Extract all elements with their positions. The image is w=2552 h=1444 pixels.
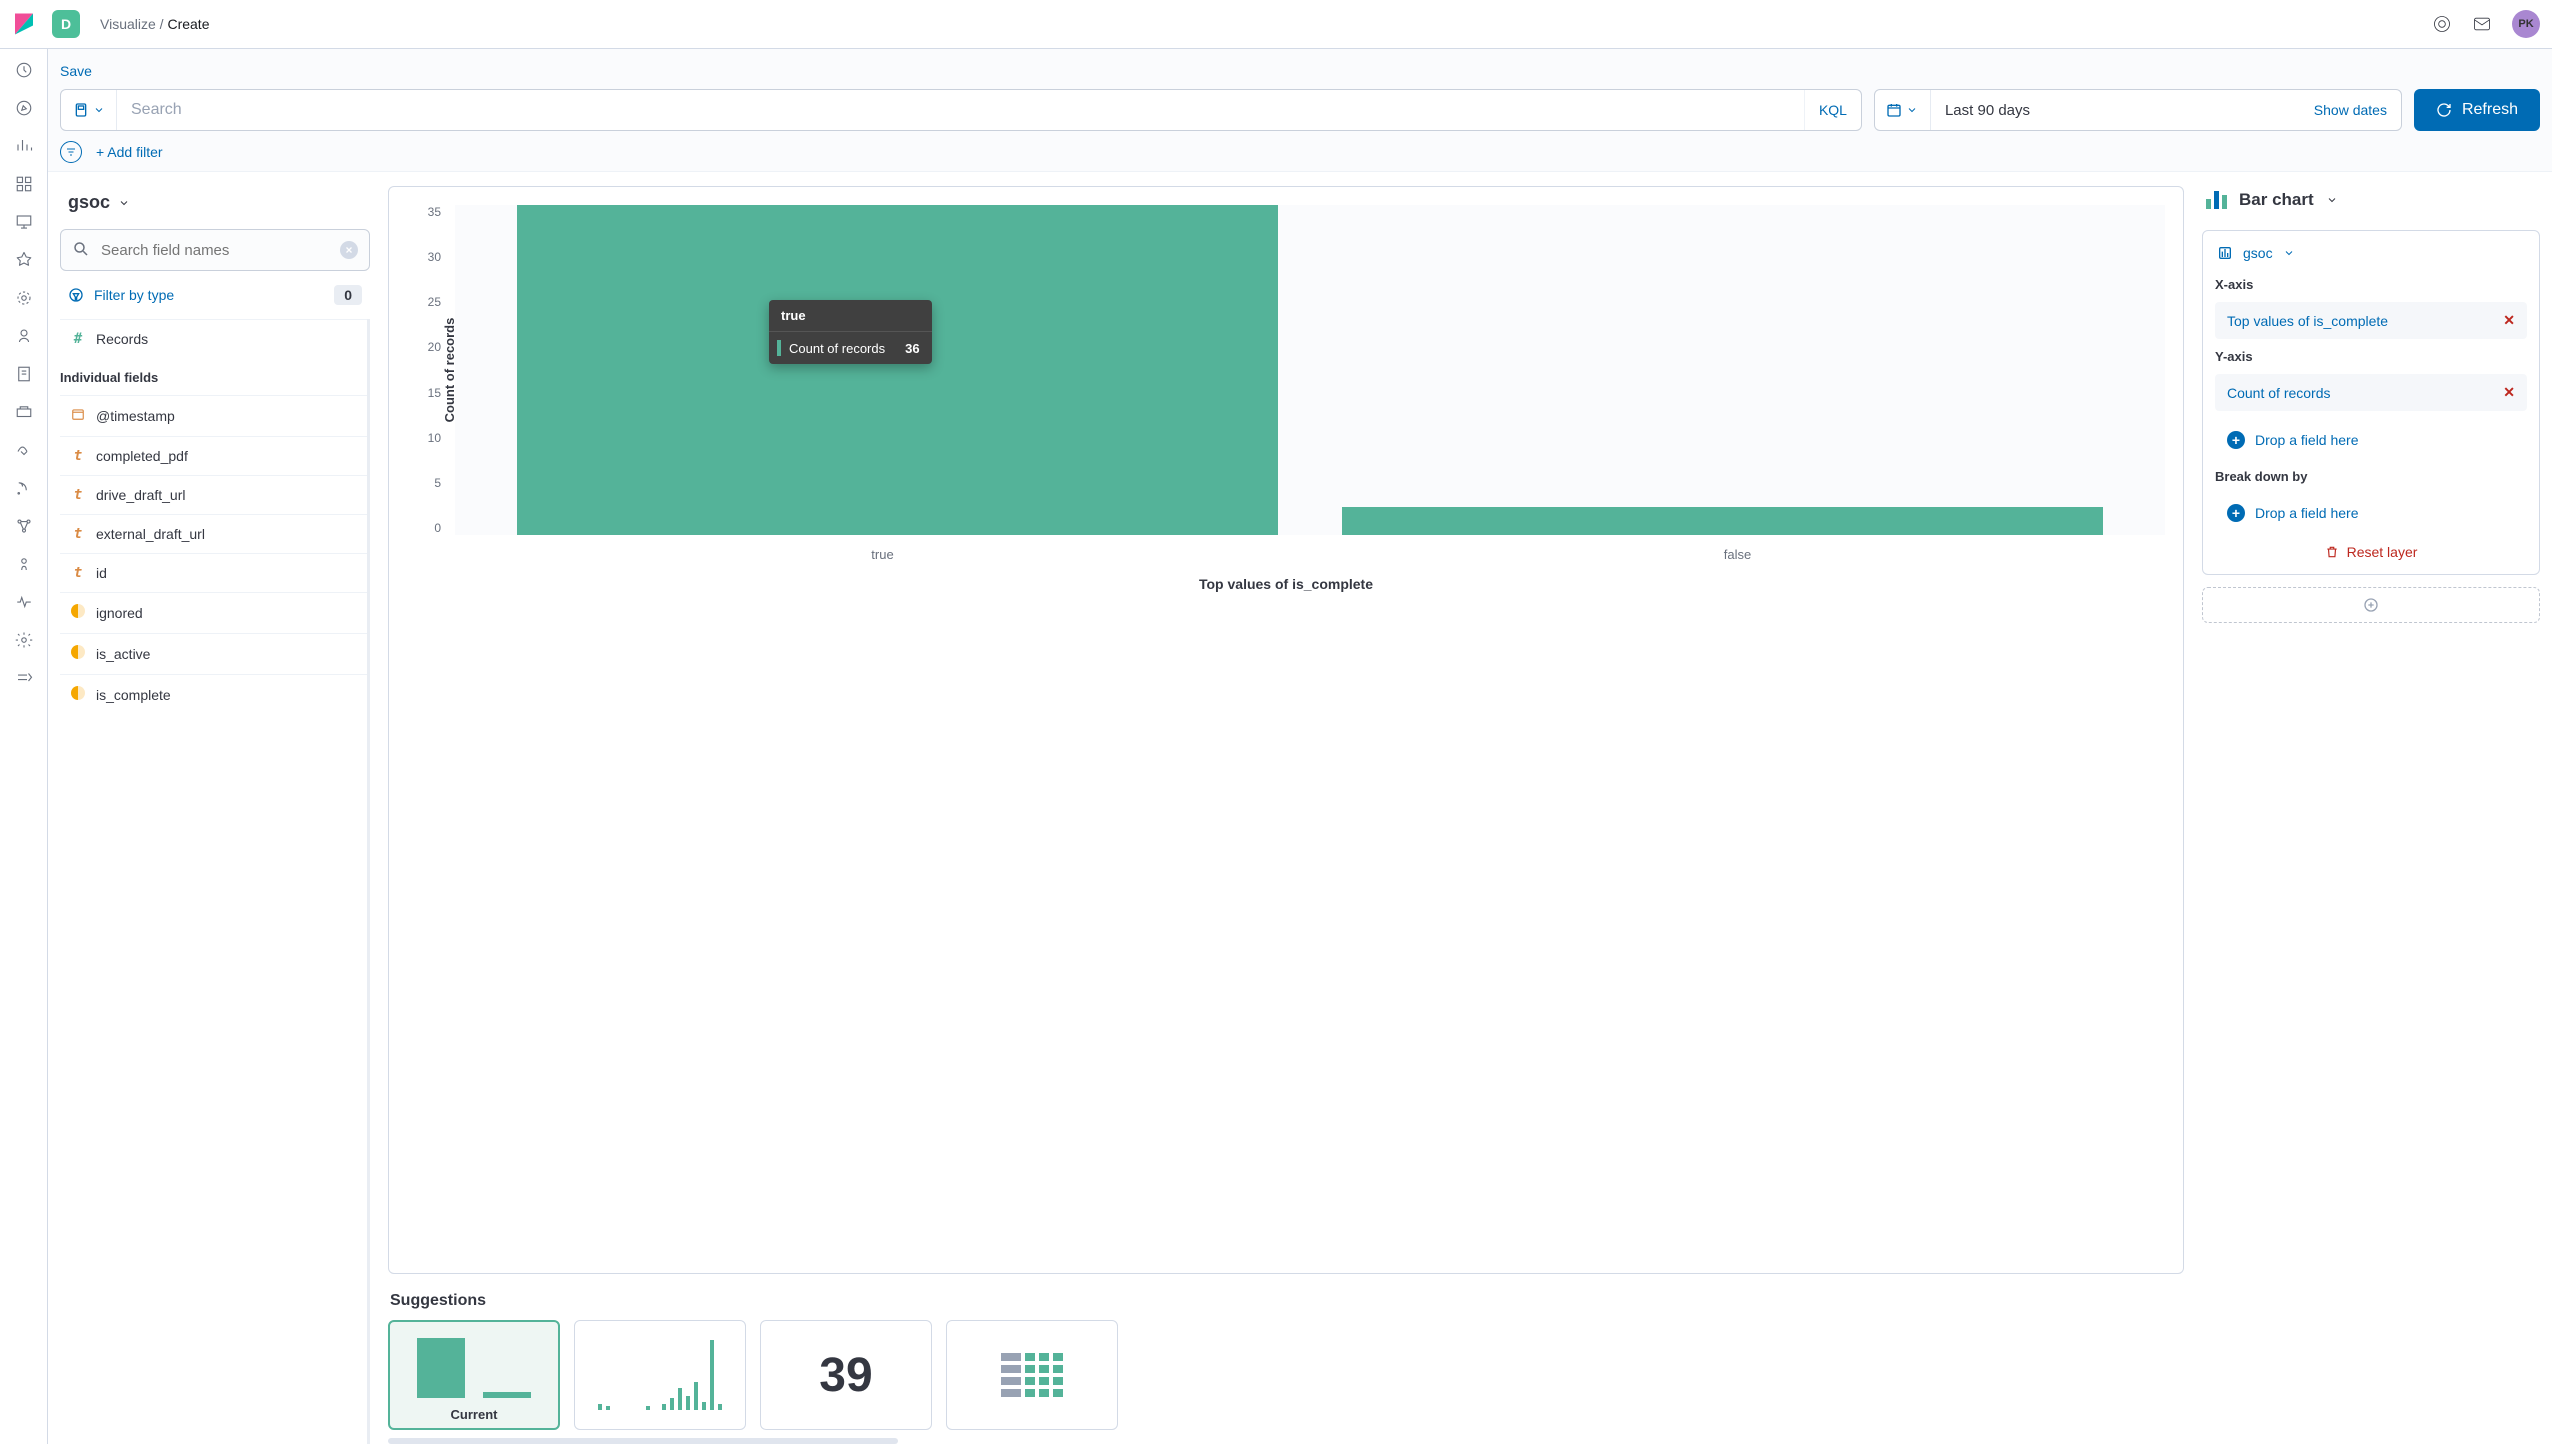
nav-maps-icon[interactable] [14,250,34,270]
breadcrumb: Visualize / Create [100,16,209,32]
breadcrumb-parent[interactable]: Visualize [100,16,156,32]
field-search-input[interactable] [60,229,370,271]
x-axis-label: Top values of is_complete [407,576,2165,592]
index-pattern-selector[interactable]: gsoc [60,186,370,229]
clear-icon[interactable] [340,241,358,259]
plot-area[interactable] [455,205,2165,535]
show-dates-button[interactable]: Show dates [2300,90,2401,130]
section-header: Individual fields [60,358,367,395]
nav-monitor-icon[interactable] [14,592,34,612]
plus-icon: + [2227,504,2245,522]
nav-ml-icon[interactable] [14,288,34,308]
x-ticks: true false [455,547,2165,562]
y-axis-dimension[interactable]: Count of records ✕ [2215,374,2527,411]
y-axis-drop[interactable]: + Drop a field here [2215,421,2527,459]
nav-visualize-icon[interactable] [14,136,34,156]
string-type-icon: t [70,487,86,503]
suggestion-metric[interactable]: 39 [760,1320,932,1430]
field-panel: gsoc Filter by type 0 # Records [60,186,370,1444]
field-item[interactable]: tcompleted_pdf [60,436,367,475]
suggestion-table[interactable] [946,1320,1118,1430]
suggestion-item[interactable] [574,1320,746,1430]
field-item[interactable]: tid [60,553,367,592]
nav-apm-icon[interactable] [14,402,34,422]
filter-options-icon[interactable] [60,141,82,163]
search-input[interactable] [117,90,1804,130]
suggestions-title: Suggestions [390,1292,2184,1310]
newsfeed-icon[interactable] [2472,14,2492,34]
field-item[interactable]: ignored [60,592,367,633]
avatar[interactable]: PK [2512,10,2540,38]
add-filter-button[interactable]: + Add filter [96,144,163,160]
plus-icon: + [2227,431,2245,449]
breakdown-drop[interactable]: + Drop a field here [2215,494,2527,532]
nav-canvas-icon[interactable] [14,212,34,232]
date-quick-button[interactable] [1875,90,1931,130]
nav-logs-icon[interactable] [14,364,34,384]
date-range-text[interactable]: Last 90 days [1931,90,2300,130]
field-item[interactable]: is_active [60,633,367,674]
field-item[interactable]: texternal_draft_url [60,514,367,553]
saved-queries-button[interactable] [61,90,117,130]
query-toolbar: Save KQL Last 90 days Show da [48,49,2552,172]
y-axis-header: Y-axis [2215,349,2527,364]
app-header: D Visualize / Create PK [0,0,2552,49]
x-axis-dimension[interactable]: Top values of is_complete ✕ [2215,302,2527,339]
string-type-icon: t [70,526,86,542]
date-picker: Last 90 days Show dates [1874,89,2402,131]
reset-layer-button[interactable]: Reset layer [2215,542,2527,562]
breakdown-header: Break down by [2215,469,2527,484]
side-nav [0,0,48,1444]
field-item[interactable]: tdrive_draft_url [60,475,367,514]
kql-toggle[interactable]: KQL [1804,90,1861,130]
nav-uptime-icon[interactable] [14,440,34,460]
help-icon[interactable] [2432,14,2452,34]
records-field[interactable]: # Records [60,319,367,358]
nav-siem-icon[interactable] [14,478,34,498]
field-item[interactable]: @timestamp [60,395,367,436]
space-selector[interactable]: D [52,10,80,38]
bool-type-icon [70,604,86,622]
suggestions-row: Current 39 [388,1320,2184,1430]
bool-type-icon [70,686,86,704]
bar-false[interactable] [1342,507,2103,535]
string-type-icon: t [70,565,86,581]
field-item[interactable]: is_complete [60,674,367,715]
nav-dashboard-icon[interactable] [14,174,34,194]
string-type-icon: t [70,448,86,464]
nav-mgmt-icon[interactable] [14,630,34,650]
search-icon [72,240,90,261]
nav-dev-icon[interactable] [14,554,34,574]
filter-by-type[interactable]: Filter by type 0 [60,271,370,319]
config-panel: Bar chart gsoc X-axis Top values of is_c… [2202,186,2540,1444]
refresh-button[interactable]: Refresh [2414,89,2540,131]
nav-metrics-icon[interactable] [14,326,34,346]
chart-canvas: Count of records 35302520151050 true fa [388,186,2184,1274]
remove-y-button[interactable]: ✕ [2503,384,2515,401]
add-layer-button[interactable] [2202,587,2540,623]
visualization-area: Count of records 35302520151050 true fa [388,186,2184,1444]
nav-graph-icon[interactable] [14,516,34,536]
query-bar: KQL [60,89,1862,131]
kibana-logo [12,12,36,36]
suggestion-current[interactable]: Current [388,1320,560,1430]
breadcrumb-current: Create [167,16,209,32]
remove-x-button[interactable]: ✕ [2503,312,2515,329]
date-type-icon [70,407,86,425]
nav-recent-icon[interactable] [14,60,34,80]
nav-discover-icon[interactable] [14,98,34,118]
filter-count-badge: 0 [334,285,362,305]
bar-chart-icon [2206,191,2227,209]
nav-collapse-icon[interactable] [14,668,34,688]
layer-card: gsoc X-axis Top values of is_complete ✕ … [2202,230,2540,575]
suggestions-scrollbar[interactable] [388,1438,898,1444]
chart-tooltip: true Count of records36 [769,300,932,364]
chart-type-selector[interactable]: Bar chart [2202,186,2540,218]
bar-true[interactable] [517,205,1278,535]
save-button[interactable]: Save [60,57,92,89]
number-type-icon: # [70,331,86,347]
bool-type-icon [70,645,86,663]
layer-index-selector[interactable]: gsoc [2215,243,2527,267]
x-axis-header: X-axis [2215,277,2527,292]
